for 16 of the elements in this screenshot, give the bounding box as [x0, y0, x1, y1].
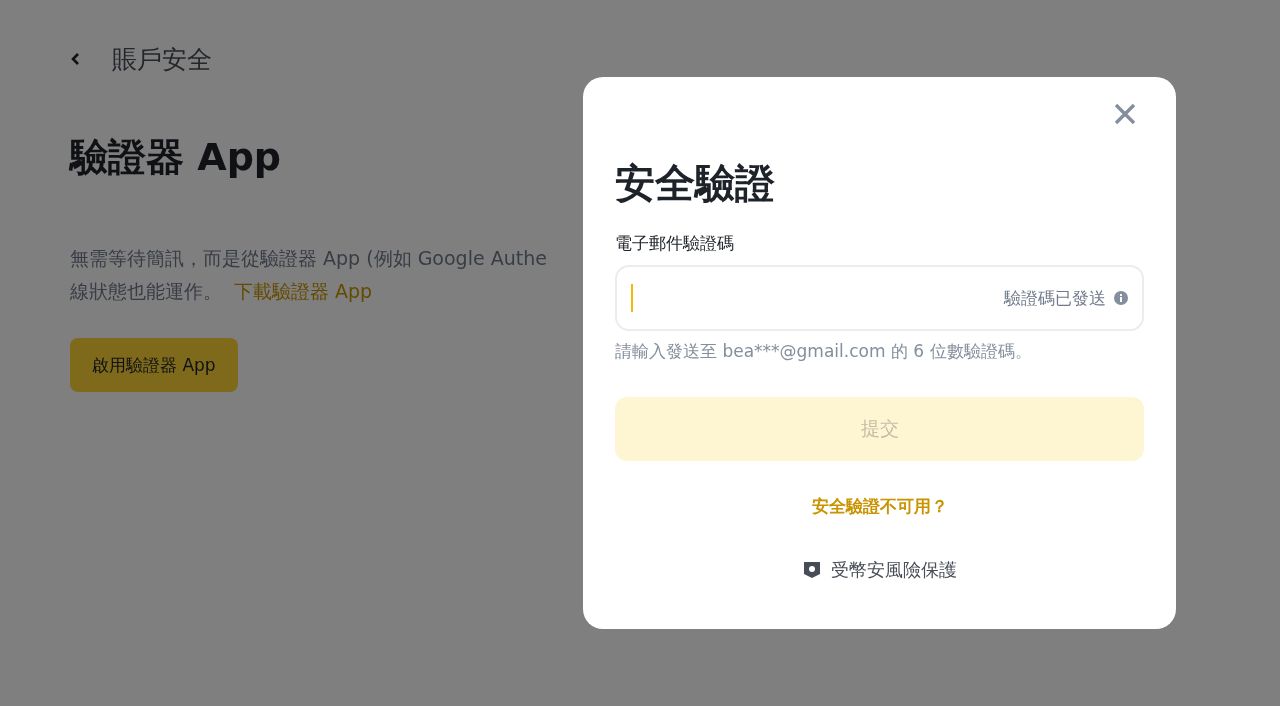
shield-icon	[802, 561, 821, 579]
code-sent-text: 驗證碼已發送	[1004, 286, 1106, 310]
dialog-title: 安全驗證	[615, 159, 776, 208]
protection-text: 受幣安風險保護	[830, 558, 957, 582]
code-field[interactable]: 驗證碼已發送	[615, 265, 1144, 331]
close-icon[interactable]	[1114, 103, 1136, 125]
field-label: 電子郵件驗證碼	[615, 232, 735, 255]
page-breadcrumb[interactable]: 賬戶安全	[112, 42, 212, 76]
description-text: 無需等待簡訊，而是從驗證器 App (例如 Google Authe	[70, 246, 548, 271]
description-text: 線狀態也能運作。	[70, 279, 222, 304]
info-icon[interactable]	[1114, 291, 1128, 305]
help-link[interactable]: 安全驗證不可用？	[811, 495, 948, 518]
field-hint: 請輸入發送至 bea***@gmail.com 的 6 位數驗證碼。	[615, 340, 1033, 363]
enable-button[interactable]: 啟用驗證器 App	[70, 338, 238, 392]
download-link[interactable]: 下載驗證器 App	[234, 275, 373, 308]
back-icon[interactable]	[70, 52, 82, 66]
